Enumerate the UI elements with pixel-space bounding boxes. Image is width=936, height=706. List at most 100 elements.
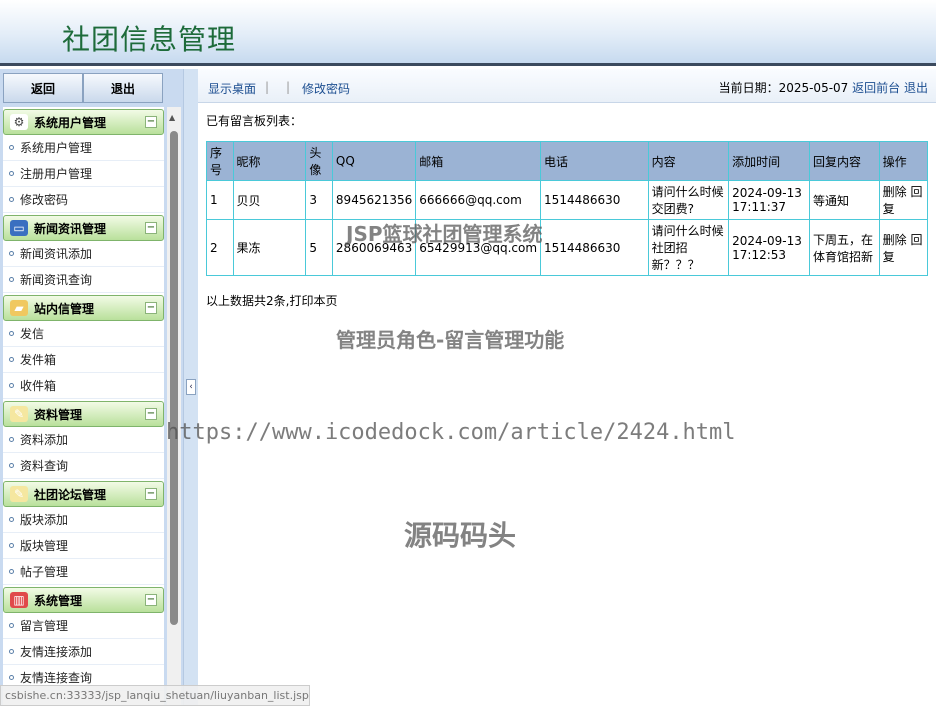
column-header: 电话 xyxy=(540,141,649,181)
column-header: 操作 xyxy=(878,141,929,181)
table-cell: 2024-09-13 17:12:53 xyxy=(728,219,810,276)
sidebar-item[interactable]: 系统用户管理 xyxy=(3,135,164,161)
sidebar-item[interactable]: 资料添加 xyxy=(3,427,164,453)
row-actions[interactable]: 删除 回复 xyxy=(878,219,929,276)
sidebar-item[interactable]: 注册用户管理 xyxy=(3,161,164,187)
table-cell: 1514486630 xyxy=(540,180,649,220)
back-button[interactable]: 返回 xyxy=(3,73,83,103)
sidebar-item-label: 新闻资讯添加 xyxy=(20,247,93,261)
bar-chart-icon: ▥ xyxy=(10,592,28,608)
menu-group-title: 社团论坛管理 xyxy=(34,487,107,502)
sidebar-item[interactable]: 留言管理 xyxy=(3,613,164,639)
bullet-icon xyxy=(9,277,14,282)
main-content: 已有留言板列表： 序号 昵称 头像 QQ 邮箱 电话 内容 添加时间 回复内容 操作 1 贝贝 3 89… xyxy=(206,112,929,309)
bullet-icon xyxy=(9,675,14,680)
logout-button[interactable]: 退出 xyxy=(83,73,163,103)
collapse-icon[interactable]: − xyxy=(145,594,157,606)
sidebar-item-label: 修改密码 xyxy=(20,193,69,207)
bullet-icon xyxy=(9,437,14,442)
bullet-icon xyxy=(9,569,14,574)
table-body: 1 贝贝 3 8945621356 666666@qq.com 1514486630 请问什… xyxy=(206,180,929,276)
column-header: 头像 xyxy=(305,141,333,181)
menu-group-header[interactable]: ▰ 站内信管理 − xyxy=(3,295,164,321)
row-actions[interactable]: 删除 回复 xyxy=(878,180,929,220)
sidebar-item[interactable]: 发信 xyxy=(3,321,164,347)
table-row: 2 果冻 5 2860069463 65429913@qq.com 1514486630 请… xyxy=(206,219,929,276)
table-summary: 以上数据共2条,打印本页 xyxy=(206,294,338,308)
list-caption: 已有留言板列表： xyxy=(206,114,303,128)
sidebar-item-label: 收件箱 xyxy=(20,379,57,393)
menu-group-header[interactable]: ⚙ 系统用户管理 − xyxy=(3,109,164,135)
sidebar-item-label: 留言管理 xyxy=(20,619,69,633)
sidebar-menu: ⚙ 系统用户管理 − 系统用户管理 注册用户管理 修改密码 ▭ 新闻资讯管理 − 新闻资讯添加 新闻… xyxy=(3,107,164,706)
bullet-icon xyxy=(9,357,14,362)
sidebar-item[interactable]: 修改密码 xyxy=(3,187,164,213)
table-cell: 1514486630 xyxy=(540,219,649,276)
column-header: 回复内容 xyxy=(808,141,880,181)
sidebar-scrollbar[interactable]: ▲ xyxy=(167,107,181,706)
sidebar-item[interactable]: 版块添加 xyxy=(3,507,164,533)
show-desktop-link[interactable]: 显示桌面 xyxy=(208,80,256,97)
sidebar-item-label: 友情连接查询 xyxy=(20,671,93,685)
bullet-icon xyxy=(9,649,14,654)
bullet-icon xyxy=(9,171,14,176)
sidebar-item[interactable]: 资料查询 xyxy=(3,453,164,479)
collapse-icon[interactable]: − xyxy=(145,408,157,420)
table-cell: 666666@qq.com xyxy=(415,180,542,220)
sidebar-item-label: 发件箱 xyxy=(20,353,57,367)
toolbar-divider: | xyxy=(286,80,291,94)
notepad-icon: ✎ xyxy=(10,486,28,502)
sidebar-item-label: 版块添加 xyxy=(20,513,69,527)
sidebar-item[interactable]: 新闻资讯查询 xyxy=(3,267,164,293)
sidebar-item[interactable]: 帖子管理 xyxy=(3,559,164,585)
sidebar-item[interactable]: 收件箱 xyxy=(3,373,164,399)
sidebar-item-label: 资料添加 xyxy=(20,433,69,447)
top-toolbar: 显示桌面 | | 修改密码 当前日期：2025-05-07 返回前台 退出 xyxy=(198,69,936,103)
toolbar-divider: | xyxy=(265,80,270,94)
app-title: 社团信息管理 xyxy=(62,23,237,56)
menu-group-header[interactable]: ✎ 资料管理 − xyxy=(3,401,164,427)
bullet-icon xyxy=(9,197,14,202)
panel-splitter[interactable]: ‹ xyxy=(183,69,198,706)
message-table: 序号 昵称 头像 QQ 邮箱 电话 内容 添加时间 回复内容 操作 1 贝贝 3 8945621356 6… xyxy=(206,141,929,276)
bullet-icon xyxy=(9,543,14,548)
menu-group-header[interactable]: ▭ 新闻资讯管理 − xyxy=(3,215,164,241)
scroll-up-icon[interactable]: ▲ xyxy=(169,113,175,122)
collapse-icon[interactable]: − xyxy=(145,116,157,128)
watermark-brand: 源码码头 xyxy=(404,519,517,552)
back-front-link[interactable]: 返回前台 xyxy=(852,81,900,95)
table-cell: 3 xyxy=(305,180,333,220)
watermark-subtitle: 管理员角色-留言管理功能 xyxy=(336,328,565,352)
notepad-icon: ✎ xyxy=(10,406,28,422)
toolbar-logout-link[interactable]: 退出 xyxy=(904,81,928,95)
watermark-url: https://www.icodedock.com/article/2424.h… xyxy=(166,420,736,445)
status-bar: csbishe.cn:33333/jsp_lanqiu_shetuan/liuy… xyxy=(0,685,310,706)
table-cell: 下周五，在体育馆招新 xyxy=(808,219,880,276)
menu-group-header[interactable]: ✎ 社团论坛管理 − xyxy=(3,481,164,507)
menu-group-title: 新闻资讯管理 xyxy=(34,221,107,236)
menu-group-header[interactable]: ▥ 系统管理 − xyxy=(3,587,164,613)
table-cell: 2860069463 xyxy=(331,219,417,276)
table-cell: 2 xyxy=(206,219,234,276)
collapse-icon[interactable]: − xyxy=(145,222,157,234)
change-password-link[interactable]: 修改密码 xyxy=(302,80,350,97)
table-cell: 果冻 xyxy=(232,219,307,276)
table-cell: 65429913@qq.com xyxy=(415,219,542,276)
sidebar-item[interactable]: 新闻资讯添加 xyxy=(3,241,164,267)
column-header: 添加时间 xyxy=(728,141,810,181)
table-header-row: 序号 昵称 头像 QQ 邮箱 电话 内容 添加时间 回复内容 操作 xyxy=(206,141,929,181)
sidebar-item[interactable]: 版块管理 xyxy=(3,533,164,559)
menu-group-title: 站内信管理 xyxy=(34,301,95,316)
collapse-icon[interactable]: − xyxy=(145,302,157,314)
collapse-arrow-icon[interactable]: ‹ xyxy=(186,379,196,395)
table-cell: 请问什么时候社团招新？？？ xyxy=(647,219,730,276)
sidebar-item[interactable]: 发件箱 xyxy=(3,347,164,373)
bullet-icon xyxy=(9,623,14,628)
bullet-icon xyxy=(9,517,14,522)
collapse-icon[interactable]: − xyxy=(145,488,157,500)
sidebar-item[interactable]: 友情连接添加 xyxy=(3,639,164,665)
bullet-icon xyxy=(9,331,14,336)
table-cell: 贝贝 xyxy=(232,180,307,220)
scroll-thumb[interactable] xyxy=(170,131,178,625)
current-date: 当前日期：2025-05-07 xyxy=(718,81,849,95)
